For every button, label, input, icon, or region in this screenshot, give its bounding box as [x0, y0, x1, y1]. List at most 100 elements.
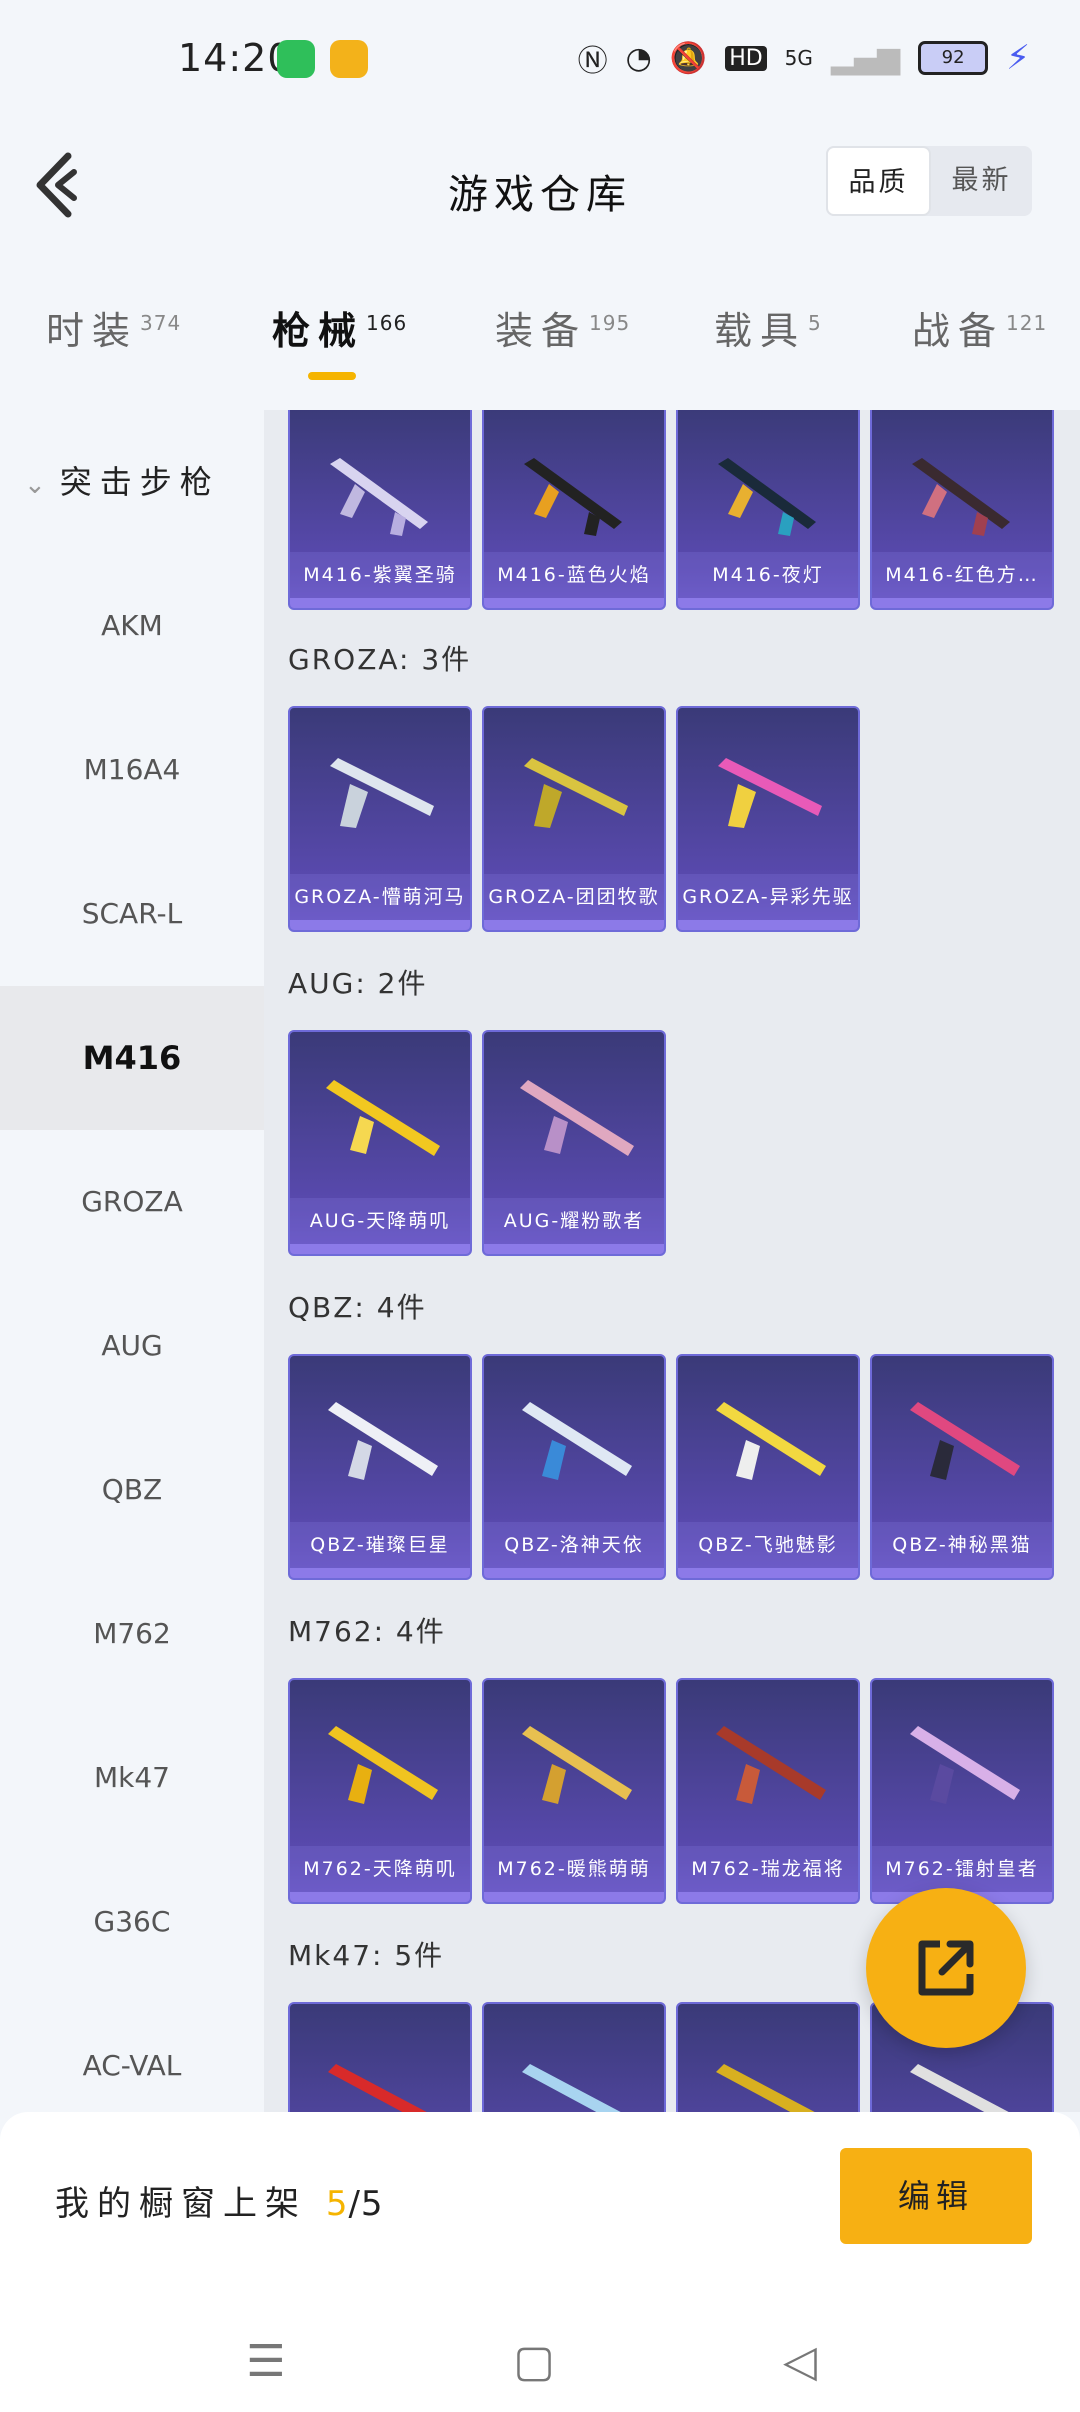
charging-icon: ⚡ — [1006, 38, 1030, 78]
weapon-card[interactable]: QBZ-神秘黑猫 — [870, 1354, 1054, 1580]
weapon-card[interactable] — [676, 2002, 860, 2112]
status-bar: 14:20 Ⓝ ◔ 🔕 HD 5G ▂▄▆ 92 ⚡ — [0, 0, 1080, 120]
app-header: 游戏仓库 品质 最新 — [0, 120, 1080, 240]
weapon-card[interactable]: GROZA-团团牧歌 — [482, 706, 666, 932]
card-bar — [484, 598, 664, 608]
weapon-card[interactable]: M762-天降萌叽 — [288, 1678, 472, 1904]
rifle-icon — [520, 1080, 634, 1156]
rifle-icon — [326, 1080, 440, 1156]
group-title-qbz: QBZ: 4件 — [288, 1291, 427, 1324]
rifle-icon — [912, 458, 1010, 536]
weapon-card[interactable]: AUG-天降萌叽 — [288, 1030, 472, 1256]
hd-icon: HD — [725, 45, 767, 71]
group-title-aug: AUG: 2件 — [288, 967, 428, 1000]
sidebar-item-aug[interactable]: AUG — [0, 1274, 264, 1418]
rifle-icon — [328, 1402, 438, 1480]
rifle-icon — [328, 1726, 438, 1804]
rifle-icon — [718, 758, 822, 828]
rifle-icon — [524, 758, 628, 828]
messages-app-icon — [277, 40, 315, 78]
weapon-card[interactable] — [288, 2002, 472, 2112]
rifle-icon — [328, 2064, 427, 2112]
sidebar-item-qbz[interactable]: QBZ — [0, 1418, 264, 1562]
nfc-icon: Ⓝ — [577, 44, 608, 79]
rifle-icon — [910, 1402, 1020, 1480]
battery-icon: 92 — [918, 41, 989, 75]
card-bar — [872, 598, 1052, 608]
group-title-m762: M762: 4件 — [288, 1615, 446, 1648]
home-icon[interactable]: ▢ — [504, 2332, 564, 2392]
rifle-icon — [330, 758, 434, 828]
card-bar — [290, 920, 470, 930]
share-icon — [918, 1940, 974, 1996]
weapon-card[interactable]: GROZA-懵萌河马 — [288, 706, 472, 932]
weapon-card[interactable]: QBZ-洛神天依 — [482, 1354, 666, 1580]
sidebar-category[interactable]: ⌄ 突击步枪 — [0, 410, 264, 554]
card-bar — [484, 920, 664, 930]
chevron-down-icon: ⌄ — [24, 470, 54, 500]
weapon-card[interactable] — [482, 2002, 666, 2112]
weapon-card[interactable]: M416-蓝色火焰 — [482, 410, 666, 610]
card-bar — [290, 1244, 470, 1254]
weapon-card[interactable]: QBZ-飞驰魅影 — [676, 1354, 860, 1580]
speed-icon: ◔ — [625, 40, 652, 76]
tab-guns[interactable]: 枪械 166 — [272, 300, 407, 355]
sidebar-item-scar-l[interactable]: SCAR-L — [0, 842, 264, 986]
card-bar — [678, 598, 858, 608]
sidebar-item-m416[interactable]: M416 — [0, 986, 264, 1130]
weapon-card[interactable]: M762-暖熊萌萌 — [482, 1678, 666, 1904]
rifle-icon — [522, 1402, 632, 1480]
weapon-grid: M416-紫翼圣骑 M416-蓝色火焰 M416-夜灯 M416-红色方… GR… — [264, 410, 1080, 2112]
weapon-card[interactable]: GROZA-异彩先驱 — [676, 706, 860, 932]
system-nav-bar: ☰ ▢ ◁ — [0, 2332, 1080, 2412]
weapon-card[interactable]: M416-紫翼圣骑 — [288, 410, 472, 610]
tab-equipment[interactable]: 装备 195 — [495, 300, 630, 355]
card-bar — [290, 1568, 470, 1578]
tab-fashion[interactable]: 时装 374 — [46, 300, 181, 355]
rifle-icon — [524, 458, 622, 536]
edit-button[interactable]: 编辑 — [840, 2148, 1032, 2244]
sidebar-item-mk47[interactable]: Mk47 — [0, 1706, 264, 1850]
menu-icon[interactable]: ☰ — [236, 2332, 296, 2392]
sidebar-item-m762[interactable]: M762 — [0, 1562, 264, 1706]
card-bar — [678, 1568, 858, 1578]
weapon-card[interactable]: AUG-耀粉歌者 — [482, 1030, 666, 1256]
weapon-card[interactable]: M416-红色方… — [870, 410, 1054, 610]
sidebar-item-g36c[interactable]: G36C — [0, 1850, 264, 1994]
rifle-icon — [522, 2064, 621, 2112]
weapon-sidebar: ⌄ 突击步枪 AKM M16A4 SCAR-L M416 GROZA AUG QB… — [0, 410, 264, 2110]
tab-vehicles[interactable]: 载具 5 — [714, 300, 822, 355]
signal-5g-icon: 5G — [784, 46, 813, 70]
game-app-icon — [330, 40, 368, 78]
rifle-icon — [522, 1726, 632, 1804]
category-tabs: 时装 374 枪械 166 装备 195 载具 5 战备 121 — [0, 290, 1080, 410]
mute-icon: 🔕 — [669, 40, 708, 76]
share-button[interactable] — [866, 1888, 1026, 2048]
card-bar — [678, 1892, 858, 1902]
signal-icon: ▂▄▆ — [830, 40, 901, 76]
weapon-card[interactable]: M416-夜灯 — [676, 410, 860, 610]
rifle-icon — [330, 458, 428, 536]
rifle-icon — [910, 1726, 1020, 1804]
weapon-card[interactable]: M762-镭射皇者 — [870, 1678, 1054, 1904]
weapon-card[interactable]: M762-瑞龙福将 — [676, 1678, 860, 1904]
status-time: 14:20 — [178, 36, 293, 80]
sidebar-item-m16a4[interactable]: M16A4 — [0, 698, 264, 842]
card-bar — [290, 598, 470, 608]
card-bar — [290, 1892, 470, 1902]
card-bar — [678, 920, 858, 930]
sort-toggle[interactable]: 品质 最新 — [826, 146, 1032, 216]
bottom-panel: 我的橱窗上架 5/5 编辑 ☰ ▢ ◁ — [0, 2112, 1080, 2412]
status-icons: Ⓝ ◔ 🔕 HD 5G ▂▄▆ 92 ⚡ — [578, 36, 1030, 80]
sidebar-item-akm[interactable]: AKM — [0, 554, 264, 698]
tab-supplies[interactable]: 战备 121 — [912, 300, 1047, 355]
showcase-status: 我的橱窗上架 5/5 — [55, 2184, 384, 2224]
card-bar — [484, 1568, 664, 1578]
sort-newest-button[interactable]: 最新 — [931, 146, 1032, 216]
back-icon[interactable]: ◁ — [770, 2332, 830, 2392]
sidebar-item-groza[interactable]: GROZA — [0, 1130, 264, 1274]
card-bar — [484, 1892, 664, 1902]
rifle-icon — [716, 2064, 815, 2112]
sort-quality-button[interactable]: 品质 — [826, 146, 931, 216]
weapon-card[interactable]: QBZ-璀璨巨星 — [288, 1354, 472, 1580]
